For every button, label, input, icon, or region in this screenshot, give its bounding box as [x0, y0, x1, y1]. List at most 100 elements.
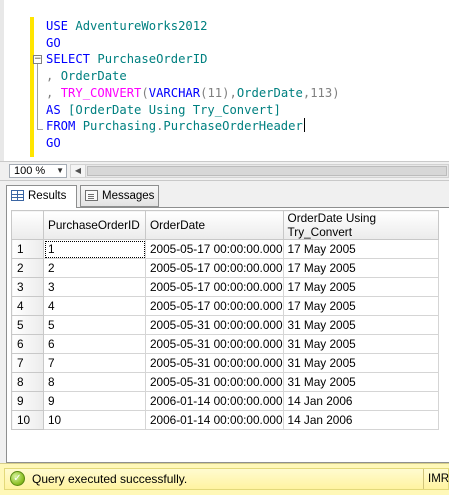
table-row[interactable]: 1 1 2005-05-17 00:00:00.000 17 May 2005	[11, 239, 439, 259]
code-line[interactable]: GO	[46, 135, 61, 151]
table-row[interactable]: 2 2 2005-05-17 00:00:00.000 17 May 2005	[11, 258, 439, 278]
grid-corner[interactable]	[11, 210, 44, 240]
table-cell[interactable]: 2005-05-17 00:00:00.000	[145, 296, 284, 316]
tab-messages-label: Messages	[102, 190, 155, 202]
column-header-orderdate-try-convert[interactable]: OrderDate Using Try_Convert	[282, 210, 439, 240]
table-cell[interactable]: 7	[43, 353, 146, 373]
code-token: ,113)	[302, 85, 340, 100]
table-cell[interactable]: 14 Jan 2006	[282, 391, 439, 411]
table-cell[interactable]: 2005-05-31 00:00:00.000	[145, 353, 284, 373]
code-line[interactable]: FROM Purchasing.PurchaseOrderHeader	[46, 118, 305, 134]
table-row[interactable]: 4 4 2005-05-17 00:00:00.000 17 May 2005	[11, 296, 439, 316]
table-cell[interactable]: 2	[43, 258, 146, 278]
outline-collapse-icon[interactable]: −	[33, 55, 42, 64]
table-cell[interactable]: 10	[43, 410, 146, 430]
code-line[interactable]: , OrderDate	[46, 68, 127, 84]
status-divider	[423, 469, 424, 489]
chevron-down-icon[interactable]: ▼	[56, 165, 64, 177]
table-cell[interactable]: 8	[43, 372, 146, 392]
table-cell[interactable]: 2005-05-17 00:00:00.000	[145, 277, 284, 297]
table-cell[interactable]: 9	[43, 391, 146, 411]
status-panel: ✓ Query executed successfully. IMRA	[4, 468, 449, 490]
code-token: USE	[46, 19, 76, 33]
tab-messages[interactable]: Messages	[80, 185, 159, 207]
table-cell[interactable]: 2005-05-31 00:00:00.000	[145, 315, 284, 335]
checkmark-icon: ✓	[10, 471, 25, 486]
table-cell[interactable]: 2005-05-17 00:00:00.000	[145, 258, 284, 278]
table-cell[interactable]: 2006-01-14 00:00:00.000	[145, 391, 284, 411]
horizontal-scrollbar[interactable]: ◀	[70, 164, 449, 178]
row-number[interactable]: 5	[11, 315, 44, 335]
table-row[interactable]: 9 9 2006-01-14 00:00:00.000 14 Jan 2006	[11, 391, 439, 411]
scroll-left-icon[interactable]: ◀	[71, 165, 86, 177]
table-row[interactable]: 6 6 2005-05-31 00:00:00.000 31 May 2005	[11, 334, 439, 354]
row-number[interactable]: 3	[11, 277, 44, 297]
table-row[interactable]: 10 10 2006-01-14 00:00:00.000 14 Jan 2006	[11, 410, 439, 430]
table-cell[interactable]: 17 May 2005	[282, 277, 439, 297]
code-token: (11),	[200, 85, 237, 100]
code-token: SELECT	[46, 52, 98, 67]
results-grid[interactable]: PurchaseOrderID OrderDate OrderDate Usin…	[11, 210, 439, 430]
code-token: PurchaseOrderID	[97, 52, 208, 67]
table-cell[interactable]: 31 May 2005	[282, 353, 439, 373]
table-cell[interactable]: 6	[43, 334, 146, 354]
row-number[interactable]: 9	[11, 391, 44, 411]
table-cell[interactable]: 17 May 2005	[282, 258, 439, 278]
code-token: FROM	[46, 119, 83, 134]
table-row[interactable]: 7 7 2005-05-31 00:00:00.000 31 May 2005	[11, 353, 439, 373]
table-cell[interactable]: 14 Jan 2006	[282, 410, 439, 430]
messages-icon	[85, 190, 98, 201]
scrollbar-thumb[interactable]	[87, 166, 447, 176]
code-line[interactable]: USE AdventureWorks2012	[46, 18, 207, 34]
code-token: OrderDate	[236, 85, 303, 100]
table-cell[interactable]: 1	[43, 239, 146, 259]
status-bar: ✓ Query executed successfully. IMRA	[0, 463, 449, 495]
table-cell[interactable]: 17 May 2005	[282, 239, 439, 259]
row-number[interactable]: 7	[11, 353, 44, 373]
table-row[interactable]: 8 8 2005-05-31 00:00:00.000 31 May 2005	[11, 372, 439, 392]
query-editor[interactable]: − USE AdventureWorks2012 GO SELECT Purchas…	[0, 0, 449, 161]
table-cell[interactable]: 4	[43, 296, 146, 316]
table-cell[interactable]: 2005-05-31 00:00:00.000	[145, 334, 284, 354]
row-number[interactable]: 4	[11, 296, 44, 316]
row-number[interactable]: 6	[11, 334, 44, 354]
row-number[interactable]: 2	[11, 258, 44, 278]
table-cell[interactable]: 31 May 2005	[282, 315, 439, 335]
table-row[interactable]: 5 5 2005-05-31 00:00:00.000 31 May 2005	[11, 315, 439, 335]
code-line[interactable]: SELECT PurchaseOrderID	[46, 51, 207, 67]
row-number[interactable]: 1	[11, 239, 44, 259]
code-token: ,	[46, 69, 61, 84]
editor-gutter	[0, 0, 4, 161]
code-token: AdventureWorks2012	[75, 19, 208, 33]
table-cell[interactable]: 3	[43, 277, 146, 297]
column-header-purchaseorderid[interactable]: PurchaseOrderID	[43, 210, 146, 240]
column-header-orderdate[interactable]: OrderDate	[145, 210, 284, 240]
table-row[interactable]: 3 3 2005-05-17 00:00:00.000 17 May 2005	[11, 277, 439, 297]
grid-header-row: PurchaseOrderID OrderDate OrderDate Usin…	[11, 210, 439, 240]
results-pane: Results Messages PurchaseOrderID OrderDa…	[0, 181, 449, 463]
zoom-value: 100 %	[14, 165, 46, 177]
code-token: AS	[46, 102, 69, 117]
code-token: GO	[46, 35, 61, 50]
status-server: IMRA	[428, 473, 449, 485]
zoom-select[interactable]: 100 % ▼	[9, 164, 67, 178]
outline-line-end	[37, 129, 43, 130]
row-number[interactable]: 10	[11, 410, 44, 430]
change-tracking-bar	[30, 17, 34, 157]
code-line[interactable]: AS [OrderDate Using Try_Convert]	[46, 102, 281, 118]
table-cell[interactable]: 31 May 2005	[282, 334, 439, 354]
table-cell[interactable]: 5	[43, 315, 146, 335]
code-token: OrderDate	[60, 69, 127, 84]
table-cell[interactable]: 17 May 2005	[282, 296, 439, 316]
tab-results[interactable]: Results	[6, 185, 77, 208]
grid-icon	[11, 190, 24, 201]
code-line[interactable]: GO	[46, 35, 61, 51]
table-cell[interactable]: 2005-05-31 00:00:00.000	[145, 372, 284, 392]
table-cell[interactable]: 2006-01-14 00:00:00.000	[145, 410, 284, 430]
row-number[interactable]: 8	[11, 372, 44, 392]
table-cell[interactable]: 2005-05-17 00:00:00.000	[145, 239, 284, 259]
table-cell[interactable]: 31 May 2005	[282, 372, 439, 392]
results-grid-frame: PurchaseOrderID OrderDate OrderDate Usin…	[6, 207, 449, 463]
tab-results-label: Results	[28, 190, 67, 202]
code-line[interactable]: , TRY_CONVERT(VARCHAR(11),OrderDate,113)	[46, 85, 340, 101]
